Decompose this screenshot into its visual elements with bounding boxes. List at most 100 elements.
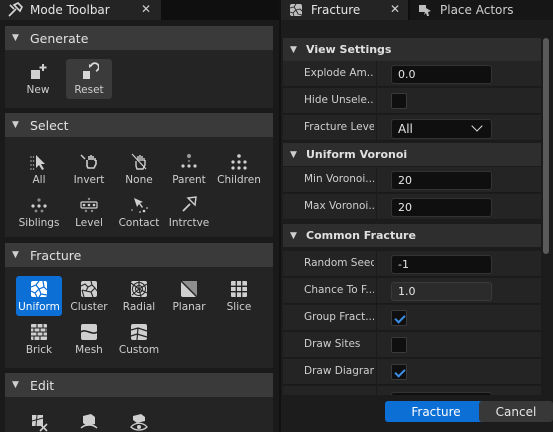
section-header-edit[interactable]: ▼ Edit bbox=[5, 373, 273, 397]
tab-mode-toolbar[interactable]: Mode Toolbar ✕ bbox=[0, 0, 161, 20]
tool-mesh-button[interactable]: Mesh bbox=[66, 319, 112, 359]
tool-label: Slice bbox=[226, 301, 252, 313]
column-divider[interactable] bbox=[376, 278, 377, 304]
min-voronoi-sites-field[interactable]: 20 bbox=[391, 171, 492, 190]
tool-label: Children bbox=[217, 174, 261, 186]
category-header-common-fracture[interactable]: ▼ Common Fracture bbox=[283, 224, 541, 247]
tool-hide-button[interactable] bbox=[66, 409, 112, 432]
category-header-view-settings[interactable]: ▼ View Settings bbox=[283, 38, 541, 61]
tool-planar-button[interactable]: Planar bbox=[166, 276, 212, 316]
chevron-down-icon: ▼ bbox=[290, 149, 297, 160]
tool-select-parent-button[interactable]: Parent bbox=[166, 149, 212, 189]
close-icon[interactable]: ✕ bbox=[141, 2, 151, 16]
tool-select-siblings-button[interactable]: Siblings bbox=[16, 192, 62, 232]
select-all-icon bbox=[28, 151, 50, 173]
fracture-level-dropdown[interactable]: All bbox=[391, 119, 492, 139]
tool-label: Reset bbox=[74, 84, 104, 96]
draw-sites-checkbox[interactable] bbox=[391, 337, 407, 353]
section-header-select[interactable]: ▼ Select bbox=[5, 113, 273, 137]
tool-select-children-button[interactable]: Children bbox=[216, 149, 262, 189]
tool-custom-button[interactable]: Custom bbox=[116, 319, 162, 359]
tool-unhide-button[interactable] bbox=[116, 409, 162, 432]
tool-radial-button[interactable]: Radial bbox=[116, 276, 162, 316]
hide-icon bbox=[78, 411, 100, 432]
tool-label: Planar bbox=[172, 301, 206, 313]
select-level-icon bbox=[78, 194, 100, 216]
chevron-down-icon: ▼ bbox=[12, 250, 19, 260]
category-title: Uniform Voronoi bbox=[306, 148, 408, 161]
column-divider[interactable] bbox=[376, 115, 377, 141]
draw-diagram-checkbox[interactable] bbox=[391, 364, 407, 380]
section-title-select: Select bbox=[30, 117, 69, 133]
section-header-generate[interactable]: ▼ Generate bbox=[5, 26, 273, 50]
tool-uniform-button[interactable]: Uniform bbox=[16, 276, 62, 316]
section-title-generate: Generate bbox=[30, 30, 89, 46]
property-row-chance-to-fracture: Chance To F... 1.0 bbox=[283, 278, 541, 304]
fracture-button[interactable]: Fracture bbox=[385, 401, 487, 422]
property-row-group-fracture: Group Fract... bbox=[283, 305, 541, 331]
tool-reset-button[interactable]: Reset bbox=[66, 59, 112, 99]
section-header-fracture[interactable]: ▼ Fracture bbox=[5, 243, 273, 267]
property-row-draw-diagram: Draw Diagram bbox=[283, 359, 541, 385]
tab-place-actors[interactable]: Place Actors bbox=[410, 0, 553, 20]
property-label: Hide Unsele... bbox=[304, 94, 374, 106]
tool-label: None bbox=[125, 174, 153, 186]
tool-brick-button[interactable]: Brick bbox=[16, 319, 62, 359]
category-title: View Settings bbox=[306, 43, 392, 56]
tool-label: Parent bbox=[172, 174, 206, 186]
tool-slice-button[interactable]: Slice bbox=[216, 276, 262, 316]
clipped-field[interactable] bbox=[391, 392, 492, 395]
column-divider[interactable] bbox=[376, 305, 377, 331]
tool-select-contact-button[interactable]: Contact bbox=[116, 192, 162, 232]
tool-prune-button[interactable] bbox=[16, 409, 62, 432]
tool-select-all-button[interactable]: All bbox=[16, 149, 62, 189]
group-fracture-checkbox[interactable] bbox=[391, 310, 407, 326]
random-seed-field[interactable]: -1 bbox=[391, 255, 492, 274]
tool-cluster-button[interactable]: Cluster bbox=[66, 276, 112, 316]
column-divider[interactable] bbox=[376, 332, 377, 358]
scrollbar-thumb[interactable] bbox=[543, 38, 549, 254]
column-divider[interactable] bbox=[376, 386, 377, 395]
section-body-generate: New Reset bbox=[5, 50, 273, 108]
tool-label: Contact bbox=[118, 217, 160, 229]
cancel-button[interactable]: Cancel bbox=[479, 401, 553, 422]
hide-unselected-checkbox[interactable] bbox=[391, 93, 407, 109]
column-divider[interactable] bbox=[376, 167, 377, 193]
explode-amount-field[interactable]: 0.0 bbox=[391, 65, 492, 84]
tab-fracture[interactable]: Fracture ✕ bbox=[281, 0, 408, 20]
column-divider[interactable] bbox=[376, 61, 377, 87]
interactive-select-icon bbox=[178, 194, 200, 216]
chevron-down-icon: ▼ bbox=[290, 44, 297, 55]
prune-icon bbox=[28, 411, 50, 432]
invert-selection-icon bbox=[78, 151, 100, 173]
tool-label: Intrctve bbox=[168, 217, 210, 229]
tool-new-button[interactable]: New bbox=[15, 59, 61, 99]
new-geometry-icon bbox=[27, 61, 49, 83]
planar-fracture-icon bbox=[178, 278, 200, 300]
property-row-random-seed: Random Seed -1 bbox=[283, 251, 541, 277]
slice-fracture-icon bbox=[228, 278, 250, 300]
column-divider[interactable] bbox=[376, 359, 377, 385]
column-divider[interactable] bbox=[376, 251, 377, 277]
tool-invert-button[interactable]: Invert bbox=[66, 149, 112, 189]
property-label: Fracture Level bbox=[304, 121, 374, 133]
property-row-draw-sites: Draw Sites bbox=[283, 332, 541, 358]
uniform-fracture-icon bbox=[28, 278, 50, 300]
chance-to-fracture-field[interactable]: 1.0 bbox=[391, 282, 492, 301]
tool-interactive-select-button[interactable]: Intrctve bbox=[166, 192, 212, 232]
close-icon[interactable]: ✕ bbox=[390, 2, 400, 16]
column-divider[interactable] bbox=[376, 88, 377, 114]
max-voronoi-sites-field[interactable]: 20 bbox=[391, 198, 492, 217]
tool-select-level-button[interactable]: Level bbox=[66, 192, 112, 232]
tool-label: Invert bbox=[73, 174, 105, 186]
tool-label: Custom bbox=[118, 344, 160, 356]
section-body-select: All Invert None Parent Children Siblings… bbox=[5, 137, 273, 237]
category-header-uniform-voronoi[interactable]: ▼ Uniform Voronoi bbox=[283, 143, 541, 166]
tool-select-none-button[interactable]: None bbox=[116, 149, 162, 189]
column-divider[interactable] bbox=[376, 194, 377, 220]
details-scrollbar[interactable] bbox=[543, 38, 549, 395]
mode-toolbar-panel: Mode Toolbar ✕ ▼ Generate New Reset ▼ Se… bbox=[0, 0, 279, 432]
details-panel: ▼ View Settings Explode Am... 0.0 Hide U… bbox=[283, 38, 541, 395]
tool-label: Siblings bbox=[18, 217, 60, 229]
fracture-tab-icon bbox=[287, 1, 305, 19]
